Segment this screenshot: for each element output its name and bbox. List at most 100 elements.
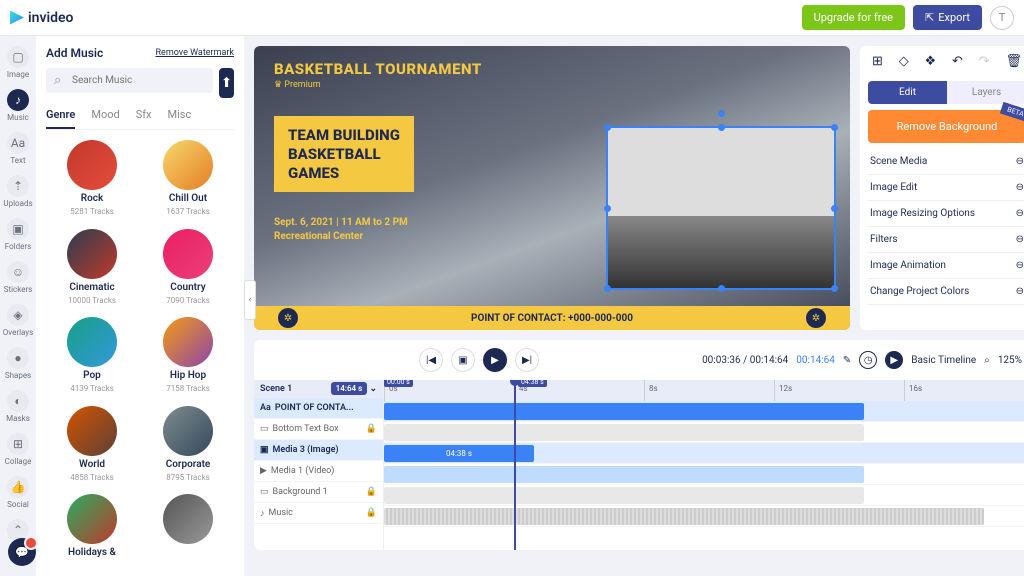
nav-music[interactable]: ♪Music xyxy=(0,85,36,126)
canvas-subtitle: Sept. 6, 2021 | 11 AM to 2 PMRecreationa… xyxy=(274,216,408,244)
accord-change-project-colors[interactable]: Change Project Colors⊖ xyxy=(868,279,1024,305)
upload-button[interactable]: ⬆ xyxy=(219,68,234,98)
tab-edit[interactable]: Edit xyxy=(868,81,947,104)
duration-display: 00:14:64 xyxy=(796,355,835,366)
genre-pop[interactable]: Pop4139 Tracks xyxy=(46,317,138,398)
genre-holidays-&[interactable]: Holidays & xyxy=(46,494,138,566)
accord-image-edit[interactable]: Image Edit⊖ xyxy=(868,175,1024,201)
masks-icon: ◐ xyxy=(7,390,29,412)
layer-icon[interactable]: ◇ xyxy=(899,54,909,69)
nav-uploads[interactable]: ⇡Uploads xyxy=(0,171,36,212)
chevron-down-icon[interactable]: ⌄ xyxy=(369,384,377,394)
genre-thumb xyxy=(67,406,117,456)
clip-selected[interactable]: 04:38 s xyxy=(384,445,534,462)
tab-layers[interactable]: Layers xyxy=(947,81,1024,104)
lock-icon: 🔒 xyxy=(366,424,377,434)
playhead[interactable] xyxy=(514,380,516,550)
genre-item[interactable] xyxy=(142,494,234,566)
export-button[interactable]: ⇱ Export xyxy=(913,5,982,30)
track-label[interactable]: AaPOINT OF CONTA... xyxy=(254,398,383,419)
redo-icon[interactable]: ↷ xyxy=(979,54,990,69)
track[interactable] xyxy=(384,506,1024,527)
nav-text[interactable]: AaText xyxy=(0,128,36,169)
nav-social[interactable]: 👍Social xyxy=(0,472,36,513)
overlays-icon: ◈ xyxy=(7,304,29,326)
edit-time-icon[interactable]: ✎ xyxy=(843,355,851,366)
lock-icon: 🔒 xyxy=(366,508,377,518)
genre-country[interactable]: Country7090 Tracks xyxy=(142,229,234,310)
frame-button[interactable]: ▣ xyxy=(451,348,475,372)
genre-rock[interactable]: Rock5281 Tracks xyxy=(46,140,138,221)
chat-button[interactable]: 💬 xyxy=(8,538,36,566)
selected-image[interactable] xyxy=(606,126,836,290)
layers-icon[interactable]: ❖ xyxy=(925,54,937,69)
clip[interactable] xyxy=(384,403,864,420)
next-button[interactable]: ▶| xyxy=(515,348,539,372)
scene-head[interactable]: Scene 1 14:64 s ⌄ xyxy=(254,380,383,398)
search-input[interactable] xyxy=(46,68,213,93)
genre-thumb xyxy=(67,317,117,367)
accord-scene-media[interactable]: Scene Media⊖ xyxy=(868,149,1024,175)
trash-icon[interactable]: 🗑 xyxy=(1005,54,1022,69)
track[interactable] xyxy=(384,401,1024,422)
genre-thumb xyxy=(163,406,213,456)
nav-stickers[interactable]: ☺Stickers xyxy=(0,257,36,298)
track[interactable]: 04:38 s xyxy=(384,443,1024,464)
genre-thumb xyxy=(67,229,117,279)
genre-world[interactable]: World4858 Tracks xyxy=(46,406,138,487)
tab-genre[interactable]: Genre xyxy=(46,108,75,129)
accord-image-resizing-options[interactable]: Image Resizing Options⊖ xyxy=(868,201,1024,227)
nav-folders[interactable]: ▣Folders xyxy=(0,214,36,255)
tracks-area[interactable]: 00:00 s 04:38 s 0s4s8s12s16s 04:38 s xyxy=(384,380,1024,550)
loop-icon[interactable]: ▶ xyxy=(885,351,903,369)
canvas[interactable]: BASKETBALL TOURNAMENT ♛ Premium TEAM BUI… xyxy=(254,46,850,330)
genre-hip-hop[interactable]: Hip Hop7158 Tracks xyxy=(142,317,234,398)
logo[interactable]: invideo xyxy=(10,10,73,26)
clip[interactable] xyxy=(384,466,864,483)
nav-collage[interactable]: ⊞Collage xyxy=(0,429,36,470)
play-button[interactable]: ▶ xyxy=(483,348,507,372)
timeline-mode[interactable]: Basic Timeline xyxy=(911,355,976,366)
nav-overlays[interactable]: ◈Overlays xyxy=(0,300,36,341)
track-label[interactable]: ▶Media 1 (Video) xyxy=(254,461,383,482)
upgrade-button[interactable]: Upgrade for free xyxy=(802,5,905,30)
track-label[interactable]: ▣Media 3 (Image) xyxy=(254,440,383,461)
marker-start: 00:00 s xyxy=(384,380,413,387)
genre-chill-out[interactable]: Chill Out1637 Tracks xyxy=(142,140,234,221)
premium-badge: ♛ Premium xyxy=(274,80,321,90)
remove-watermark-link[interactable]: Remove Watermark xyxy=(156,48,235,58)
tab-mood[interactable]: Mood xyxy=(91,108,119,129)
track[interactable] xyxy=(384,485,1024,506)
genre-cinematic[interactable]: Cinematic10000 Tracks xyxy=(46,229,138,310)
track[interactable] xyxy=(384,464,1024,485)
clip[interactable] xyxy=(384,424,864,441)
nav-shapes[interactable]: ●Shapes xyxy=(0,343,36,384)
genre-corporate[interactable]: Corporate8795 Tracks xyxy=(142,406,234,487)
chevron-down-icon: ⊖ xyxy=(1016,234,1024,245)
clip-audio[interactable] xyxy=(384,508,984,525)
nav-image[interactable]: ▢Image xyxy=(0,42,36,83)
lock-icon: 🔒 xyxy=(366,487,377,497)
text-icon: Aa xyxy=(7,132,29,154)
track-label[interactable]: ♪Music🔒 xyxy=(254,503,383,524)
track-label[interactable]: ▭Bottom Text Box🔒 xyxy=(254,419,383,440)
avatar[interactable]: T xyxy=(990,6,1014,30)
track-label[interactable]: ▭Background 1🔒 xyxy=(254,482,383,503)
nav-rail: ▢Image♪MusicAaText⇡Uploads▣Folders☺Stick… xyxy=(0,36,36,576)
prev-button[interactable]: |◀ xyxy=(419,348,443,372)
tab-misc[interactable]: Misc xyxy=(168,108,192,129)
tab-sfx[interactable]: Sfx xyxy=(136,108,152,129)
grid-icon[interactable]: ⊞ xyxy=(872,54,883,69)
accord-filters[interactable]: Filters⊖ xyxy=(868,227,1024,253)
undo-icon[interactable]: ↶ xyxy=(952,54,963,69)
beta-badge: BETA xyxy=(1000,102,1024,122)
track[interactable] xyxy=(384,422,1024,443)
nav-masks[interactable]: ◐Masks xyxy=(0,386,36,427)
remove-background-button[interactable]: Remove Background BETA xyxy=(868,110,1024,143)
collapse-sidepanel-button[interactable]: ‹ xyxy=(244,280,256,320)
clip[interactable] xyxy=(384,487,864,504)
clock-icon[interactable]: ◷ xyxy=(859,351,877,369)
zoom-icon[interactable]: ⌕ xyxy=(984,355,990,366)
accord-image-animation[interactable]: Image Animation⊖ xyxy=(868,253,1024,279)
genre-thumb xyxy=(163,140,213,190)
